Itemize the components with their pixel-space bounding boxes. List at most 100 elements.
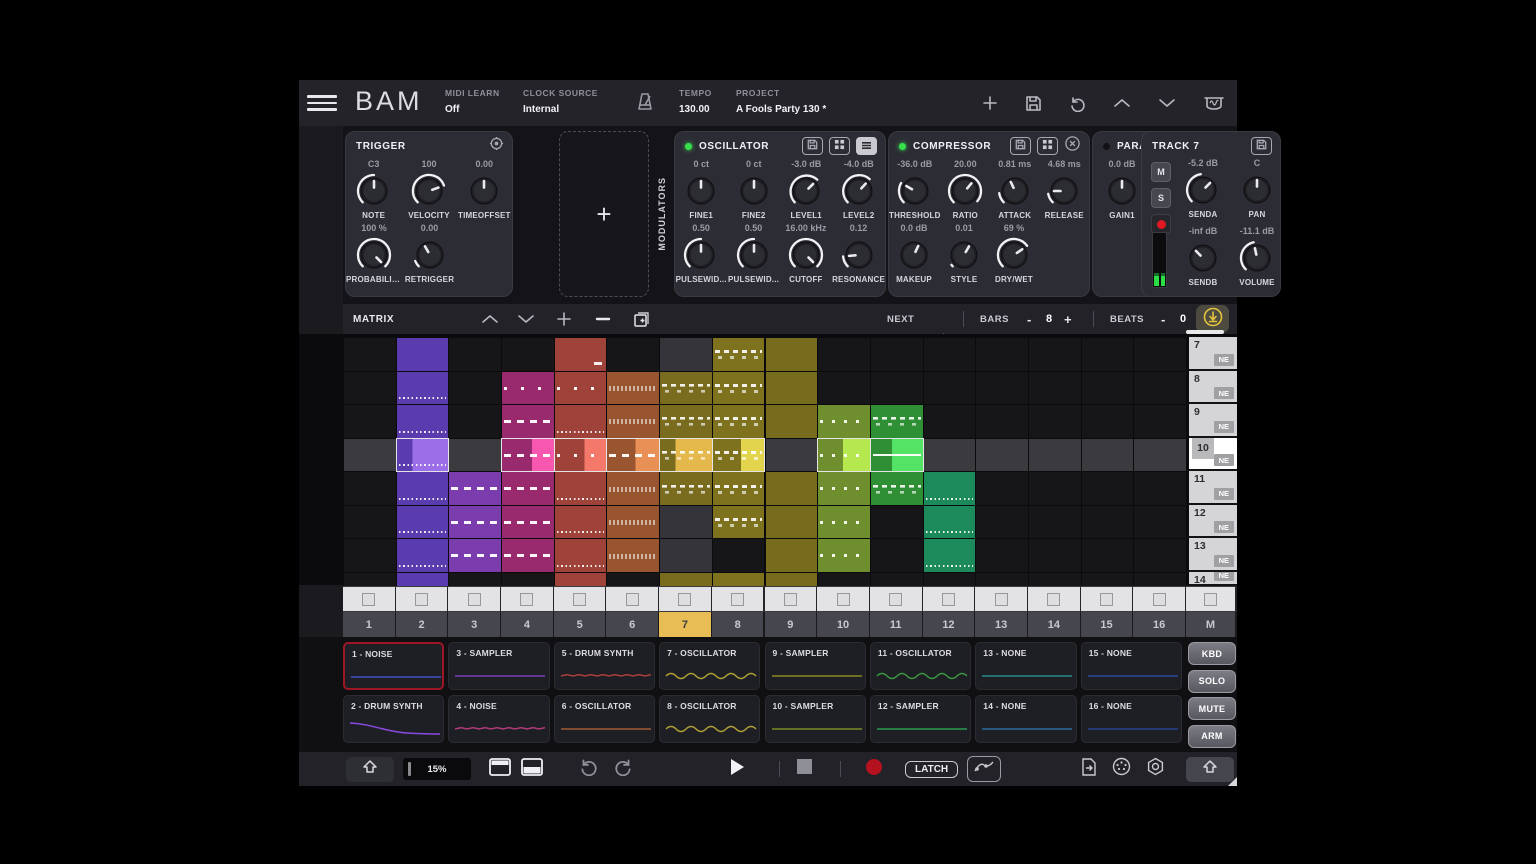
oscillator-menu-icon[interactable] <box>856 137 877 155</box>
scene-scrollbar[interactable] <box>1186 330 1224 334</box>
clip-cell[interactable] <box>343 538 397 573</box>
clip-cell[interactable] <box>606 572 660 587</box>
clip-cell[interactable] <box>343 471 397 506</box>
trigger-settings-icon[interactable] <box>489 136 504 156</box>
clip-cell[interactable] <box>817 438 871 473</box>
track-checkbox[interactable] <box>1133 586 1187 612</box>
threshold-knob[interactable]: -36.0 dBTHRESHOLD <box>889 159 941 222</box>
clip-cell[interactable] <box>1081 337 1135 372</box>
clip-cell[interactable] <box>659 572 713 587</box>
timeoffset-knob[interactable]: 0.00TIMEOFFSET <box>457 159 512 222</box>
scene-cell[interactable]: 7NE <box>1186 337 1237 371</box>
clip-cell[interactable] <box>448 572 502 587</box>
clip-cell[interactable] <box>1028 438 1082 473</box>
clip-cell[interactable] <box>870 337 924 372</box>
play-button[interactable] <box>729 752 746 786</box>
track-number[interactable]: 2 <box>396 612 450 638</box>
chevron-down-icon[interactable] <box>1158 97 1176 109</box>
scene-up-icon[interactable] <box>481 304 499 334</box>
clip-cell[interactable] <box>1081 505 1135 540</box>
clip-cell[interactable] <box>923 438 977 473</box>
clip-cell[interactable] <box>343 572 397 587</box>
clip-cell[interactable] <box>1133 438 1187 473</box>
zoom-slider[interactable]: 15% <box>403 758 471 780</box>
clip-cell[interactable] <box>1081 438 1135 473</box>
track-name-cell[interactable]: 1 - NOISE <box>343 642 444 690</box>
clip-cell[interactable] <box>343 371 397 406</box>
level2-knob[interactable]: -4.0 dBLEVEL2 <box>833 159 886 222</box>
oscillator-led[interactable] <box>685 143 692 150</box>
clip-cell[interactable] <box>554 572 608 587</box>
senda-knob[interactable]: -5.2 dBSENDA <box>1174 158 1232 221</box>
clip-cell[interactable] <box>343 404 397 439</box>
track-checkbox[interactable] <box>1081 586 1135 612</box>
record-button[interactable] <box>865 752 883 786</box>
scene-cell[interactable]: 9NE <box>1186 404 1237 438</box>
track-checkbox[interactable] <box>975 586 1029 612</box>
clip-cell[interactable] <box>606 337 660 372</box>
clip-cell[interactable] <box>712 572 766 587</box>
clip-cell[interactable] <box>817 538 871 573</box>
clip-cell[interactable] <box>501 471 555 506</box>
clip-cell[interactable] <box>975 471 1029 506</box>
clip-cell[interactable] <box>1028 337 1082 372</box>
clip-cell[interactable] <box>870 572 924 587</box>
track-checkbox[interactable] <box>1028 586 1082 612</box>
retrigger-knob[interactable]: 0.00RETRIGGER <box>402 223 457 286</box>
clip-cell[interactable] <box>659 471 713 506</box>
track-number[interactable]: 5 <box>554 612 608 638</box>
clip-cell[interactable] <box>1133 371 1187 406</box>
makeup-knob[interactable]: 0.0 dBMAKEUP <box>889 223 939 286</box>
save-icon[interactable] <box>1025 95 1042 112</box>
clip-cell[interactable] <box>1133 538 1187 573</box>
clip-cell[interactable] <box>1028 471 1082 506</box>
fine2-knob[interactable]: 0 ctFINE2 <box>728 159 781 222</box>
panel-top-toggle[interactable] <box>489 752 511 786</box>
oscillator-grid-icon[interactable] <box>829 137 850 155</box>
clip-cell[interactable] <box>712 371 766 406</box>
track-name-cell[interactable]: 8 - OSCILLATOR <box>659 695 760 743</box>
remove-scene-icon[interactable] <box>595 304 611 334</box>
clip-cell[interactable] <box>765 572 819 587</box>
redo-button[interactable] <box>614 752 633 786</box>
clip-cell[interactable] <box>501 505 555 540</box>
project-group[interactable]: PROJECT A Fools Party 130 * <box>736 88 826 115</box>
clip-cell[interactable] <box>975 371 1029 406</box>
tempo-group[interactable]: TEMPO 130.00 <box>679 88 712 115</box>
clip-cell[interactable] <box>765 505 819 540</box>
clip-cell[interactable] <box>975 438 1029 473</box>
clip-cell[interactable] <box>975 505 1029 540</box>
clip-cell[interactable] <box>817 404 871 439</box>
clip-cell[interactable] <box>396 438 450 473</box>
track-checkbox[interactable] <box>554 586 608 612</box>
clip-cell[interactable] <box>448 505 502 540</box>
drum-icon[interactable] <box>1203 94 1225 112</box>
clip-cell[interactable] <box>396 505 450 540</box>
clip-cell[interactable] <box>817 505 871 540</box>
track-number[interactable]: 7 <box>659 612 713 638</box>
clip-cell[interactable] <box>923 371 977 406</box>
clip-cell[interactable] <box>765 371 819 406</box>
clip-cell[interactable] <box>1028 538 1082 573</box>
midi-button[interactable] <box>1112 752 1131 786</box>
clip-cell[interactable] <box>975 538 1029 573</box>
track-name-cell[interactable]: 11 - OSCILLATOR <box>870 642 971 690</box>
pulsewidth1-knob[interactable]: 0.50PULSEWID... <box>675 223 727 286</box>
clip-cell[interactable] <box>396 471 450 506</box>
clip-cell[interactable] <box>554 505 608 540</box>
clip-cell[interactable] <box>606 471 660 506</box>
track-number[interactable]: 15 <box>1081 612 1135 638</box>
scene-cell[interactable]: 10NE <box>1186 438 1237 472</box>
clip-cell[interactable] <box>1081 538 1135 573</box>
clip-cell[interactable] <box>975 404 1029 439</box>
clip-cell[interactable] <box>817 471 871 506</box>
compressor-led[interactable] <box>899 143 906 150</box>
track-number[interactable]: 4 <box>501 612 555 638</box>
clip-cell[interactable] <box>923 505 977 540</box>
track-checkbox[interactable] <box>343 586 397 612</box>
velocity-knob[interactable]: 100VELOCITY <box>401 159 456 222</box>
scene-cell[interactable]: 12NE <box>1186 505 1237 539</box>
scene-pull-button[interactable] <box>1196 305 1229 333</box>
clip-cell[interactable] <box>923 538 977 573</box>
attack-knob[interactable]: 0.81 msATTACK <box>990 159 1039 222</box>
